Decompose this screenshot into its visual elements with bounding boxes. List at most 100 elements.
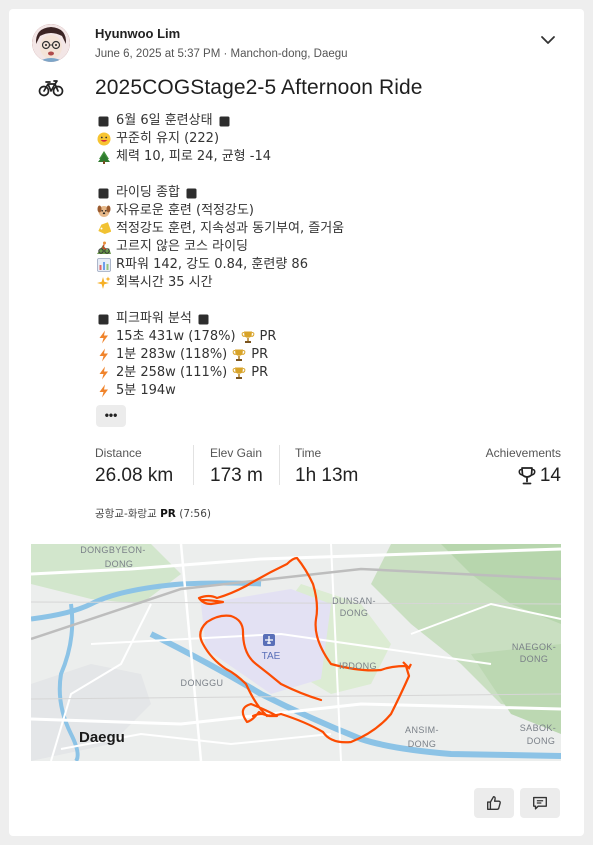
black-square-icon (186, 188, 197, 199)
stat-divider (193, 445, 194, 485)
black-square-icon (219, 116, 230, 127)
bar-chart-icon (97, 258, 111, 272)
pr-label: PR (251, 365, 269, 380)
kudos-button[interactable] (474, 788, 514, 818)
description-line: 체력 10, 피로 24, 균형 -14 (97, 148, 557, 166)
description-line: 회복시간 35 시간 (97, 274, 557, 292)
description-text: 5분 194w (116, 383, 176, 398)
description-line: 2분 258w (111%) PR (97, 364, 557, 382)
segment-highlight[interactable]: 공항교-화랑교 PR (7:56) (95, 506, 211, 521)
description-line: 피크파워 분석 (97, 310, 557, 328)
description-line: 자유로운 훈련 (적정강도) (97, 202, 557, 220)
black-square-icon (98, 314, 109, 325)
activity-description: 6월 6일 훈련상태 꾸준히 유지 (222) 체력 10, 피로 24, 균형… (97, 112, 557, 400)
description-line: 적정강도 훈련, 지속성과 동기부여, 즐거움 (97, 220, 557, 238)
map-label: DUNSAN- (332, 596, 376, 606)
achievements-count: 14 (539, 465, 561, 486)
map-label: DONG (340, 608, 369, 618)
map-label: ANSIM- (405, 725, 439, 735)
map-label: IPDONG (339, 661, 377, 671)
segment-time: (7:56) (179, 508, 211, 520)
description-line: 5분 194w (97, 382, 557, 400)
show-more-button[interactable]: ••• (96, 405, 126, 427)
lightning-icon (99, 384, 108, 398)
map-label: DONG (527, 736, 556, 746)
stat-value: 173 m (210, 465, 263, 486)
chevron-down-icon[interactable] (538, 30, 558, 50)
map-city-label: Daegu (79, 729, 125, 746)
lightning-icon (99, 348, 108, 362)
avatar-illustration-icon (32, 24, 70, 62)
activity-date-location: June 6, 2025 at 5:37 PM · Manchon-dong, … (95, 48, 348, 60)
black-square-icon (98, 188, 109, 199)
stat-value: 26.08 km (95, 465, 174, 486)
stat-label: Distance (95, 446, 142, 460)
stat-achievements[interactable]: Achievements 14 (486, 446, 561, 487)
trophy-icon (518, 467, 536, 485)
description-text: 라이딩 종합 (116, 185, 180, 200)
map-label: DONGBYEON- (80, 545, 146, 555)
description-text: 6월 6일 훈련상태 (116, 113, 213, 128)
map-canvas: DONGBYEON- DONG DUNSAN- DONG NAEGOK- DON… (31, 544, 561, 761)
black-square-icon (98, 116, 109, 127)
sparkles-icon (97, 276, 111, 289)
segment-pr-badge: PR (160, 508, 176, 520)
comment-icon (533, 796, 547, 810)
lightning-icon (99, 330, 108, 344)
comment-button[interactable] (520, 788, 560, 818)
tree-icon (98, 151, 110, 164)
stat-value: 1h 13m (295, 465, 359, 486)
pr-label: PR (259, 329, 277, 344)
description-text: 적정강도 훈련, 지속성과 동기부여, 즐거움 (116, 221, 345, 236)
dog-face-icon (97, 205, 111, 217)
description-text: 15초 431w (178%) (116, 329, 236, 344)
segment-name: 공항교-화랑교 (95, 508, 157, 520)
description-text: 자유로운 훈련 (적정강도) (116, 203, 255, 218)
description-line: 고르지 않은 코스 라이딩 (97, 238, 557, 256)
trophy-icon (241, 331, 254, 343)
route-map[interactable]: DONGBYEON- DONG DUNSAN- DONG NAEGOK- DON… (31, 544, 561, 761)
activity-title[interactable]: 2025COGStage2-5 Afternoon Ride (95, 76, 423, 100)
description-text: 회복시간 35 시간 (116, 275, 213, 290)
bike-icon (38, 80, 64, 97)
description-text: 꾸준히 유지 (222) (116, 131, 220, 146)
description-line: 6월 6일 훈련상태 (97, 112, 557, 130)
stat-time: Time 1h 13m (295, 446, 358, 487)
description-text: 고르지 않은 코스 라이딩 (116, 239, 248, 254)
description-line: 라이딩 종합 (97, 184, 557, 202)
stat-value: 14 (486, 465, 561, 487)
lightning-icon (99, 366, 108, 380)
black-square-icon (198, 314, 209, 325)
stat-distance: Distance 26.08 km (95, 446, 173, 487)
stat-label: Time (295, 446, 322, 460)
trophy-icon (232, 349, 246, 361)
description-line: 꾸준히 유지 (222) (97, 130, 557, 148)
trophy-icon (232, 367, 246, 379)
label-tag-icon (98, 222, 111, 235)
description-text: R파워 142, 강도 0.84, 훈련량 86 (116, 257, 308, 272)
description-line: 15초 431w (178%) PR (97, 328, 557, 346)
grinning-face-icon (97, 132, 111, 146)
stat-elev-gain: Elev Gain 173 m (210, 446, 263, 487)
description-text: 2분 258w (111%) (116, 365, 228, 380)
thumbs-up-icon (487, 796, 501, 810)
stat-label: Achievements (485, 446, 561, 460)
description-line: R파워 142, 강도 0.84, 훈련량 86 (97, 256, 557, 274)
map-label: NAEGOK- (512, 642, 556, 652)
map-label: SABOK- (520, 723, 556, 733)
description-line: 1분 283w (118%) PR (97, 346, 557, 364)
athlete-name[interactable]: Hyunwoo Lim (95, 26, 180, 41)
stat-divider (279, 445, 280, 485)
description-text: 체력 10, 피로 24, 균형 -14 (116, 149, 272, 164)
map-label: DONG (105, 559, 134, 569)
athlete-avatar[interactable] (32, 24, 70, 62)
description-text: 피크파워 분석 (116, 311, 192, 326)
description-text: 1분 283w (118%) (116, 347, 228, 362)
pr-label: PR (251, 347, 269, 362)
mountain-biker-icon (97, 241, 111, 254)
map-label: DONG (520, 654, 549, 664)
map-label: TAE (262, 651, 281, 662)
map-label: DONG (408, 739, 437, 749)
stat-label: Elev Gain (210, 446, 263, 460)
map-label: DONGGU (181, 678, 224, 688)
